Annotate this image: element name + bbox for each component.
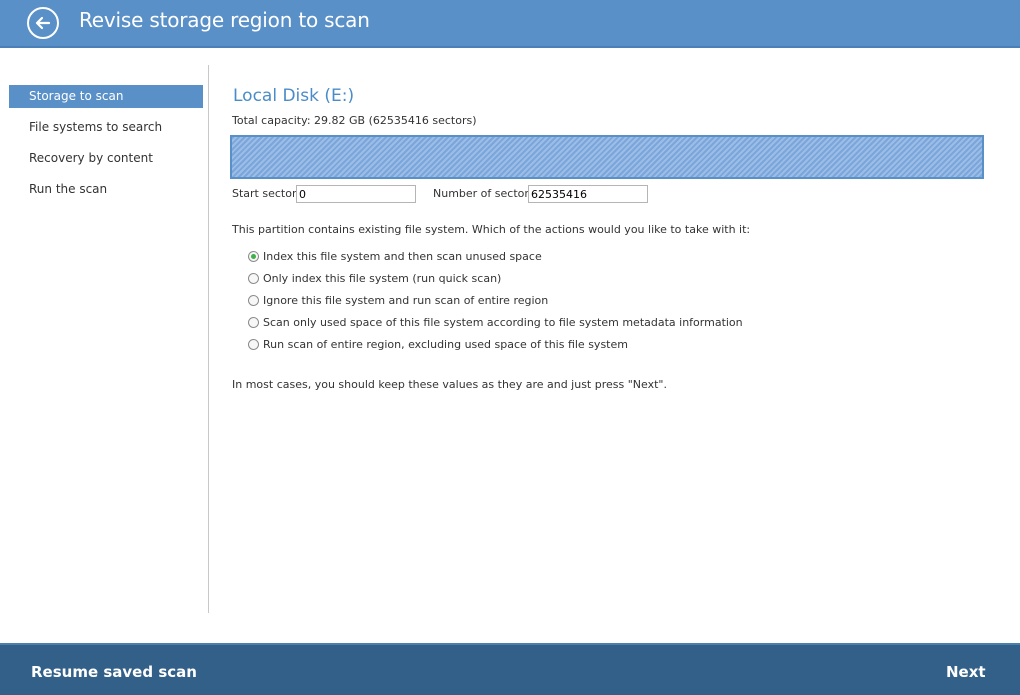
arrow-left-icon (35, 16, 51, 30)
sidebar-item-file-systems-to-search[interactable]: File systems to search (9, 116, 203, 139)
sidebar-nav: Storage to scan File systems to search R… (9, 85, 203, 209)
header-bar: Revise storage region to scan (0, 0, 1020, 48)
storage-region-bar[interactable] (230, 135, 984, 179)
option-label: Only index this file system (run quick s… (263, 271, 502, 285)
option-label: Index this file system and then scan unu… (263, 249, 542, 263)
option-ignore-file-system[interactable]: Ignore this file system and run scan of … (248, 289, 743, 311)
num-sectors-input[interactable] (528, 185, 648, 203)
option-label: Scan only used space of this file system… (263, 315, 743, 329)
disk-title: Local Disk (E:) (233, 86, 355, 106)
sidebar-item-storage-to-scan[interactable]: Storage to scan (9, 85, 203, 108)
radio-button[interactable] (248, 316, 259, 328)
back-button[interactable] (27, 7, 59, 39)
resume-saved-scan-button[interactable]: Resume saved scan (31, 663, 197, 681)
sidebar-item-recovery-by-content[interactable]: Recovery by content (9, 147, 203, 170)
footer-bar: Resume saved scan Next (0, 643, 1020, 695)
radio-button[interactable] (248, 272, 259, 284)
hint-text: In most cases, you should keep these val… (232, 378, 667, 391)
radio-button-checked[interactable] (248, 250, 259, 262)
start-sector-label: Start sector: (232, 187, 300, 200)
page-title: Revise storage region to scan (79, 8, 370, 32)
radio-button[interactable] (248, 338, 259, 350)
option-index-then-scan-unused[interactable]: Index this file system and then scan unu… (248, 245, 743, 267)
sidebar-divider (208, 65, 209, 613)
option-label: Run scan of entire region, excluding use… (263, 337, 628, 351)
option-label: Ignore this file system and run scan of … (263, 293, 549, 307)
scan-options-group: Index this file system and then scan unu… (248, 245, 743, 355)
question-text: This partition contains existing file sy… (232, 223, 751, 236)
radio-button[interactable] (248, 294, 259, 306)
next-button[interactable]: Next (946, 663, 986, 681)
option-scan-used-space[interactable]: Scan only used space of this file system… (248, 311, 743, 333)
num-sectors-label: Number of sectors: (433, 187, 539, 200)
option-only-index[interactable]: Only index this file system (run quick s… (248, 267, 743, 289)
option-scan-excluding-used[interactable]: Run scan of entire region, excluding use… (248, 333, 743, 355)
start-sector-input[interactable] (296, 185, 416, 203)
capacity-text: Total capacity: 29.82 GB (62535416 secto… (232, 114, 477, 127)
sidebar-item-run-the-scan[interactable]: Run the scan (9, 178, 203, 201)
